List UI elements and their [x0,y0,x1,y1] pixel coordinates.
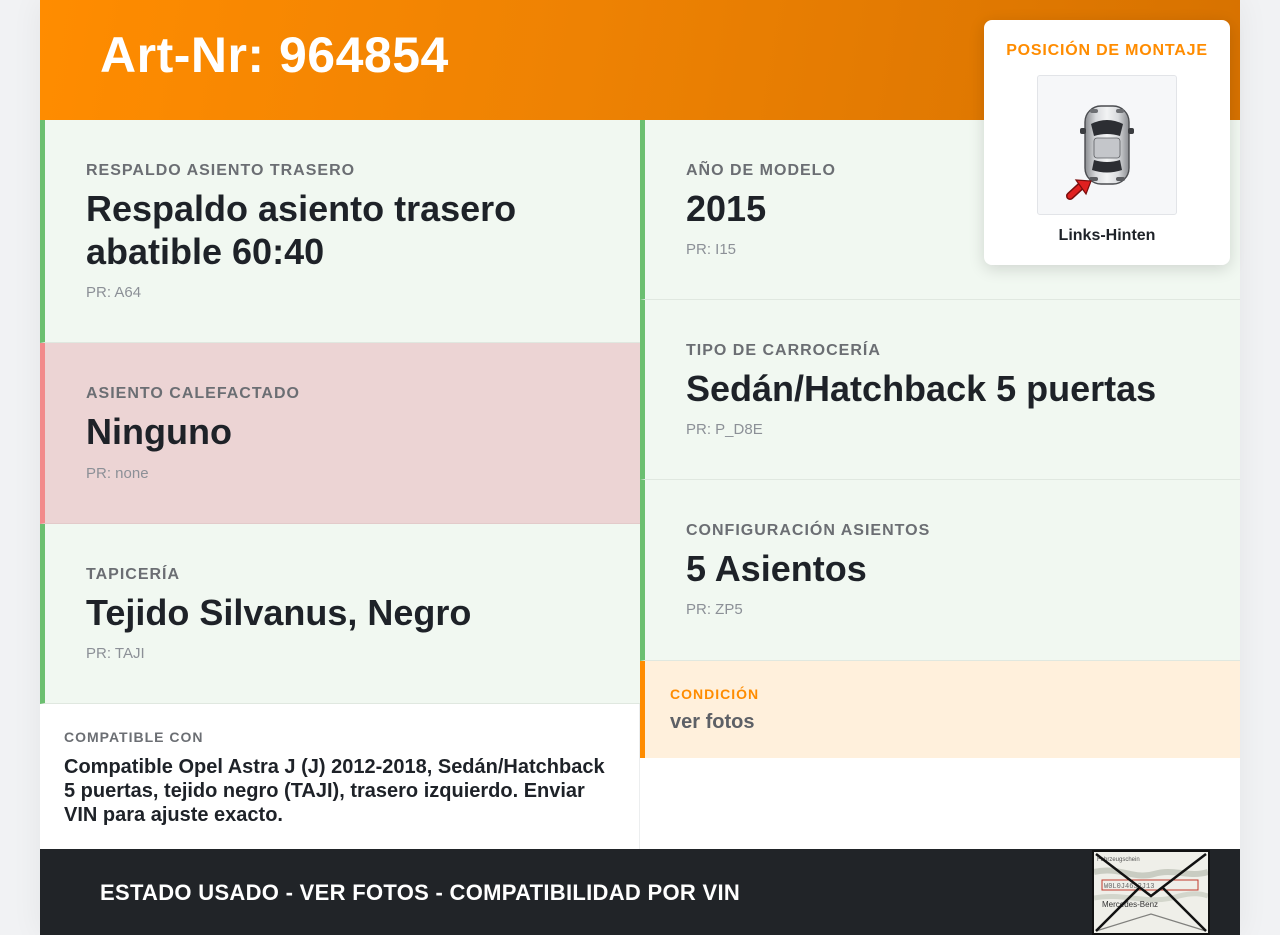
cell-label: TIPO DE CARROCERÍA [686,342,881,359]
cell-pr-code: PR: I15 [686,241,737,258]
condition-value: ver fotos [670,711,755,733]
cell-label: RESPALDO ASIENTO TRASERO [86,162,356,179]
cell-upholstery: TAPICERÍA Tejido Silvanus, Negro PR: TAJ… [40,524,640,704]
cell-value: Respaldo asiento trasero abatible 60:40 [86,188,517,272]
envelope-icon: Fahrzeugschein W0L0J4632J13 Mercedes-Ben… [1094,852,1208,933]
cell-label: TAPICERÍA [86,566,181,583]
cell-pr-code: PR: none [86,465,149,482]
svg-text:W0L0J4632J13: W0L0J4632J13 [1104,883,1154,891]
cell-value: Sedán/Hatchback 5 puertas [686,368,1157,409]
cell-pr-code: PR: ZP5 [686,601,743,618]
cell-pr-code: PR: P_D8E [686,421,763,438]
compatibility-label: COMPATIBLE CON [64,729,204,745]
compatibility-text: Compatible Opel Astra J (J) 2012-2018, S… [64,756,605,826]
cell-label: CONFIGURACIÓN ASIENTOS [686,522,931,539]
cell-value: 5 Asientos [686,548,867,589]
cell-rear-backrest: RESPALDO ASIENTO TRASERO Respaldo asient… [40,120,640,343]
compatibility-section: COMPATIBLE CON Compatible Opel Astra J (… [40,704,640,849]
footer-text: ESTADO USADO - VER FOTOS - COMPATIBILIDA… [100,880,741,905]
cell-value: Tejido Silvanus, Negro [86,592,472,633]
cell-value: Ninguno [86,411,232,452]
mounting-position-card: POSICIÓN DE MONTAJE Links-Hinten [984,20,1230,265]
condition-label: CONDICIÓN [670,686,760,702]
mounting-position-label: POSICIÓN DE MONTAJE [1006,42,1208,59]
registration-document-thumbnail[interactable]: Fahrzeugschein W0L0J4632J13 Mercedes-Ben… [1092,850,1210,935]
footer-bar: ESTADO USADO - VER FOTOS - COMPATIBILIDA… [40,849,1240,935]
cell-seat-config: CONFIGURACIÓN ASIENTOS 5 Asientos PR: ZP… [640,480,1240,661]
cell-heated-seat: ASIENTO CALEFACTADO Ninguno PR: none [40,343,640,524]
cell-body-type: TIPO DE CARROCERÍA Sedán/Hatchback 5 pue… [640,300,1240,480]
cell-pr-code: PR: A64 [86,284,142,301]
cell-label: ASIENTO CALEFACTADO [86,385,300,402]
cell-pr-code: PR: TAJI [86,645,145,662]
cell-label: AÑO DE MODELO [686,162,836,179]
mounting-position-value: Links-Hinten [1058,227,1156,244]
car-top-view-icon [1037,75,1177,215]
condition-section: CONDICIÓN ver fotos [640,661,1240,758]
stamp-brand-label: Mercedes-Benz [1102,900,1158,909]
article-number: Art-Nr: 964854 [100,27,449,83]
